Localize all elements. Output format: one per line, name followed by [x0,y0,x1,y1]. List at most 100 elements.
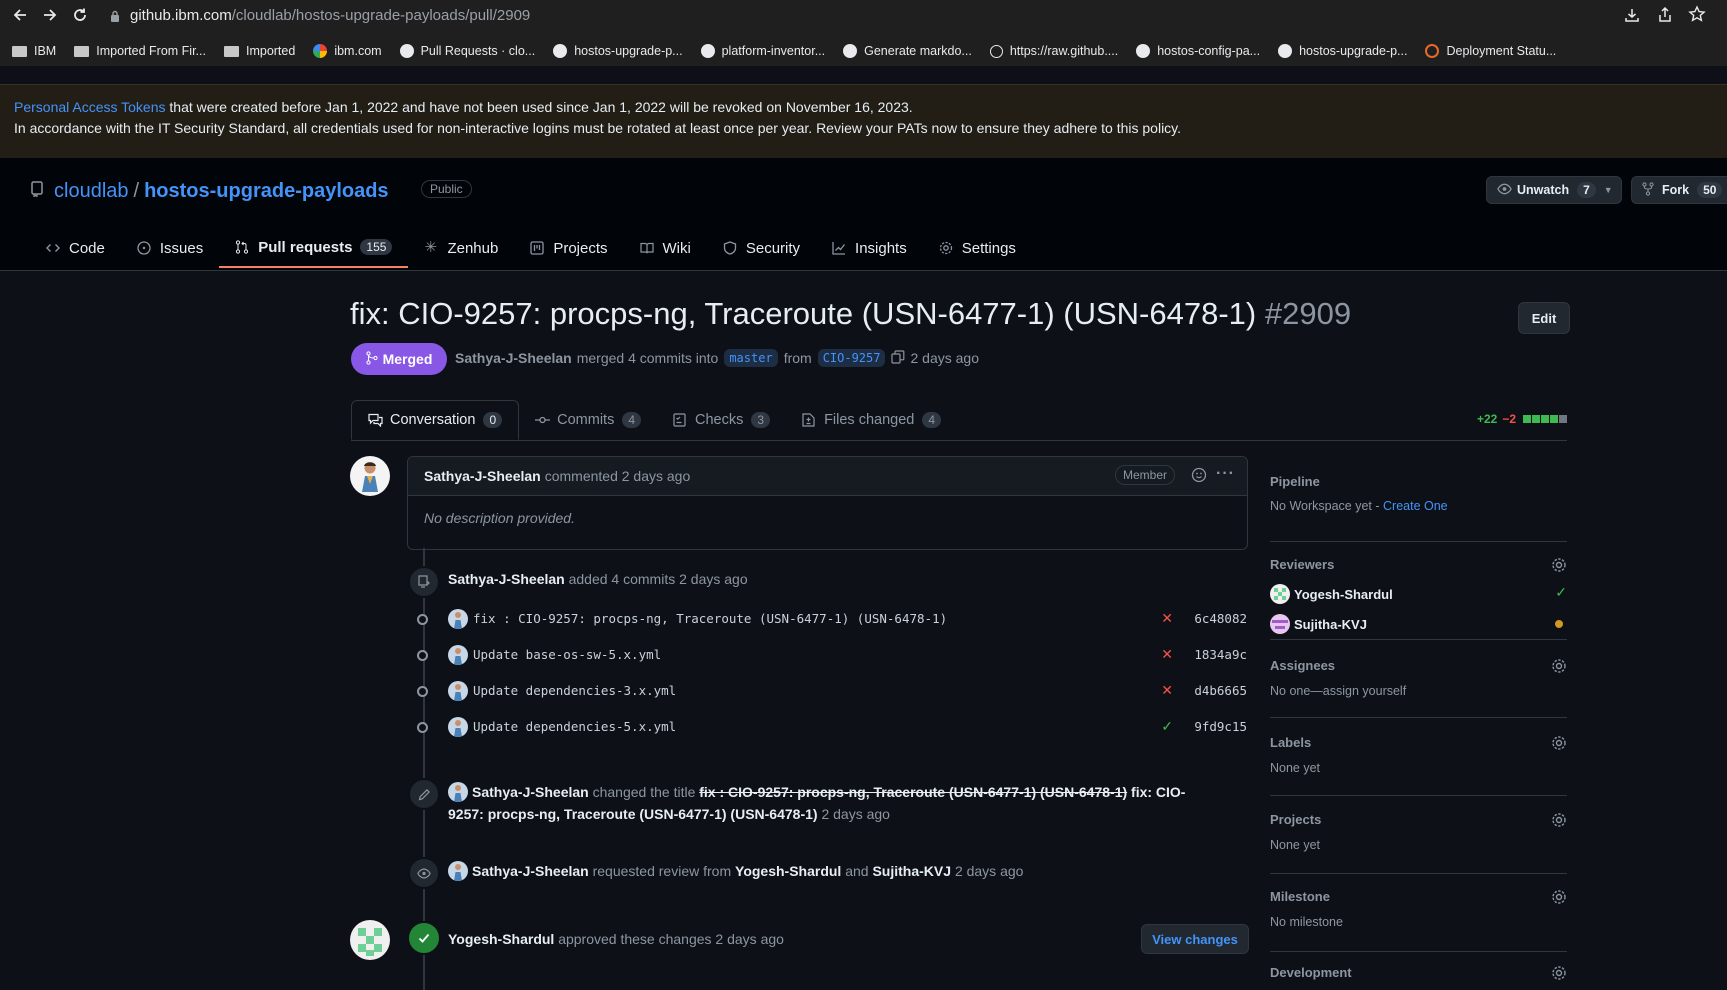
commit-sha-link[interactable]: d4b6665 [1194,683,1247,698]
title-change-event: Sathya-J-Sheelan changed the title fix :… [472,784,1185,800]
failure-icon[interactable]: ✕ [1161,610,1173,627]
bookmark-hostos-upgrade-2[interactable]: hostos-upgrade-p... [1278,44,1407,58]
gear-icon[interactable] [1551,965,1567,981]
gear-icon[interactable] [1551,812,1567,828]
avatar[interactable] [350,456,390,496]
avatar[interactable] [448,645,468,665]
avatar[interactable] [350,920,390,960]
pr-author-link[interactable]: Sathya-J-Sheelan [455,350,572,366]
bookmark-hostos-config[interactable]: hostos-config-pa... [1136,44,1260,58]
tab-conversation[interactable]: Conversation 0 [351,400,520,440]
tab-security[interactable]: Security [707,228,816,268]
avatar[interactable] [448,717,468,737]
avatar[interactable] [448,861,468,881]
base-branch[interactable]: master [724,349,778,367]
star-icon[interactable] [1688,5,1706,26]
fork-button[interactable]: Fork 50 [1631,176,1727,204]
gear-icon[interactable] [1551,557,1567,573]
tab-insights[interactable]: Insights [816,228,923,268]
tab-issues[interactable]: Issues [121,228,219,268]
repo-name-link[interactable]: hostos-upgrade-payloads [144,180,388,203]
share-icon[interactable] [1656,6,1674,27]
address-bar[interactable]: github.ibm.com/cloudlab/hostos-upgrade-p… [110,0,1590,30]
success-icon[interactable]: ✓ [1161,718,1173,735]
tab-settings[interactable]: Settings [923,228,1032,268]
event-author-link[interactable]: Sathya-J-Sheelan [472,863,589,879]
unwatch-button[interactable]: Unwatch 7 ▼ [1486,176,1622,204]
gear-icon[interactable] [1551,658,1567,674]
bookmark-platform-inventory[interactable]: platform-inventor... [700,44,825,58]
commit-row: fix : CIO-9257: procps-ng, Traceroute (U… [415,606,1247,634]
diffstat-block [1559,415,1568,423]
avatar[interactable] [448,609,468,629]
head-branch[interactable]: CIO-9257 [817,349,886,367]
tab-code[interactable]: Code [30,228,121,268]
banner-line2: In accordance with the IT Security Stand… [14,120,1182,136]
event-time: 2 days ago [954,863,1024,879]
back-icon[interactable] [5,1,35,29]
commit-message-link[interactable]: fix : CIO-9257: procps-ng, Traceroute (U… [473,611,947,626]
view-changes-button[interactable]: View changes [1141,924,1249,954]
tab-wiki[interactable]: Wiki [624,228,707,268]
tab-count: 3 [751,412,771,428]
forward-icon[interactable] [35,1,65,29]
bookmark-label: ibm.com [334,44,382,58]
member-badge: Member [1114,465,1175,485]
commit-message-link[interactable]: Update dependencies-5.x.yml [473,719,676,734]
tab-projects[interactable]: Projects [514,228,623,268]
bookmark-hostos-upgrade-1[interactable]: hostos-upgrade-p... [553,44,683,58]
bookmark-generate-markdown[interactable]: Generate markdo... [843,44,972,58]
download-icon[interactable] [1623,6,1641,27]
bookmark-pull-requests[interactable]: Pull Requests · clo... [399,44,535,58]
bookmark-raw-github[interactable]: https://raw.github.... [989,44,1118,58]
avatar[interactable] [448,681,468,701]
tab-zenhub[interactable]: ✳ Zenhub [408,228,514,268]
tab-label: Security [745,239,801,257]
commit-message-link[interactable]: Update dependencies-3.x.yml [473,683,676,698]
deletions-count: −2 [1502,412,1517,426]
commit-sha-link[interactable]: 6c48082 [1194,611,1247,626]
reviewer-link[interactable]: Yogesh-Shardul [448,931,554,947]
bookmark-imported-from-firefox[interactable]: Imported From Fir... [74,44,206,58]
failure-icon[interactable]: ✕ [1161,682,1173,699]
projects-title: Projects [1270,812,1322,827]
failure-icon[interactable]: ✕ [1161,646,1173,663]
avatar[interactable] [448,782,468,802]
pat-link[interactable]: Personal Access Tokens [14,99,166,115]
event-author-link[interactable]: Sathya-J-Sheelan [472,784,589,800]
bookmark-deployment-status[interactable]: Deployment Statu... [1425,44,1556,58]
reviewer-item[interactable]: Yogesh-Shardul [1270,584,1393,604]
commit-sha-link[interactable]: 9fd9c15 [1194,719,1247,734]
github-icon [843,44,858,58]
tab-files-changed[interactable]: Files changed 4 [786,400,957,440]
smiley-icon[interactable] [1191,467,1207,486]
create-workspace-link[interactable]: Create One [1383,499,1448,513]
bookmark-imported[interactable]: Imported [223,44,295,58]
lock-icon [110,9,120,22]
assign-yourself-link[interactable]: No one—assign yourself [1270,684,1406,698]
reviewer-item[interactable]: Sujitha-KVJ [1270,614,1367,634]
kebab-horizontal-icon[interactable]: ··· [1216,465,1235,483]
gear-icon[interactable] [1551,735,1567,751]
comment-author-link[interactable]: Sathya-J-Sheelan [424,468,541,484]
tab-checks[interactable]: Checks 3 [657,400,786,440]
edit-title-button[interactable]: Edit [1518,302,1570,334]
commit-message-link[interactable]: Update base-os-sw-5.x.yml [473,647,661,662]
gear-icon[interactable] [1551,889,1567,905]
tab-pull-requests[interactable]: Pull requests 155 [219,228,409,268]
diffstat-block [1541,415,1550,423]
copy-icon[interactable] [891,349,905,367]
requested-reviewer-link[interactable]: Yogesh-Shardul [735,863,841,879]
repo-owner-link[interactable]: cloudlab [54,180,129,203]
tab-commits[interactable]: Commits 4 [519,400,657,440]
requested-reviewer-link[interactable]: Sujitha-KVJ [872,863,951,879]
github-icon [399,44,414,58]
commit-sha-link[interactable]: 1834a9c [1194,647,1247,662]
event-author-link[interactable]: Sathya-J-Sheelan [448,571,565,587]
banner-line1: that were created before Jan 1, 2022 and… [165,99,913,115]
bookmark-ibm-com[interactable]: ibm.com [313,44,382,58]
project-icon [530,241,544,255]
bookmark-label: Imported From Fir... [96,44,206,58]
reload-icon[interactable] [65,1,95,29]
bookmark-ibm[interactable]: IBM [12,44,56,58]
